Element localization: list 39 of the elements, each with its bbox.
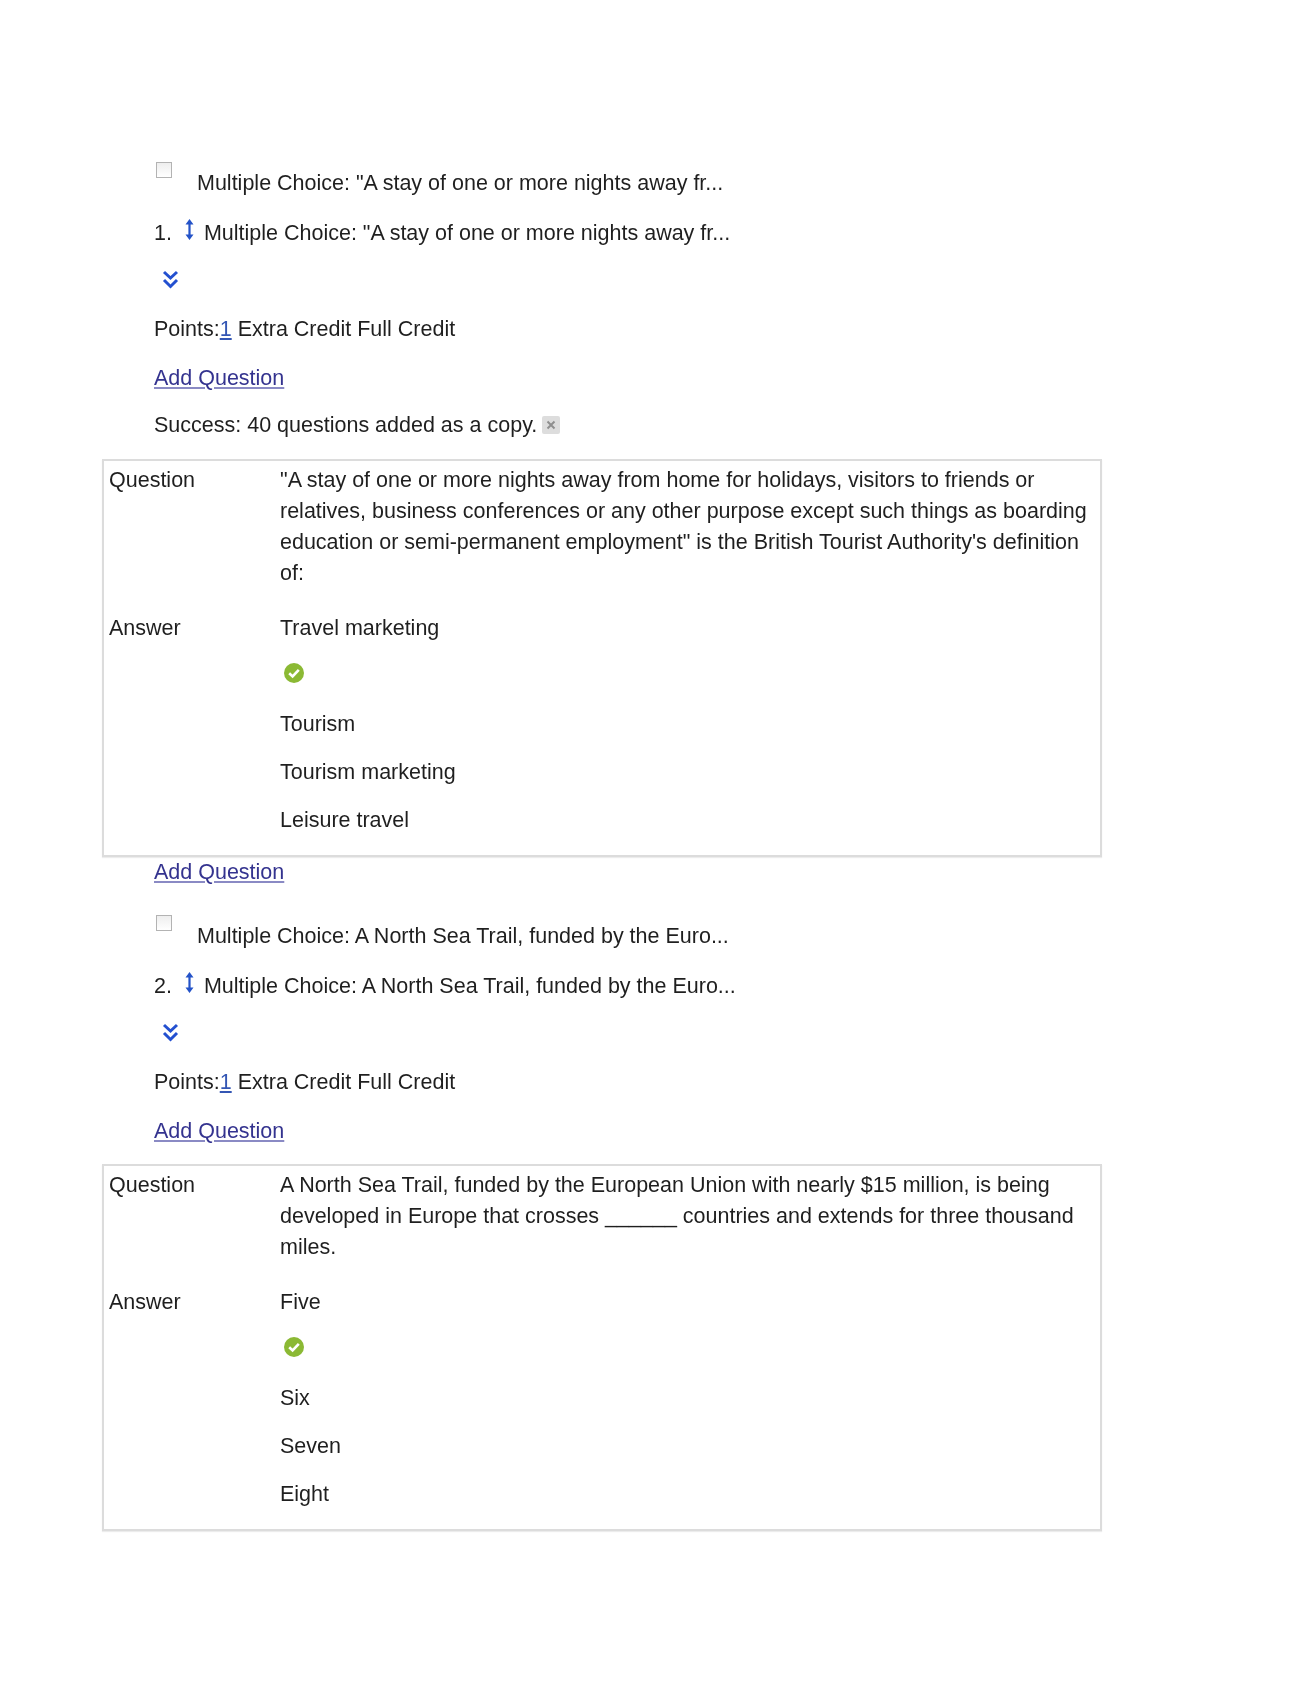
answer-option: Eight (280, 1479, 329, 1510)
points-label: Points: (154, 1070, 220, 1094)
double-chevron-icon[interactable] (162, 1023, 179, 1042)
question-title: Multiple Choice: "A stay of one or more nights away fr... (197, 170, 724, 196)
answer-option: Six (280, 1383, 310, 1414)
add-question-link[interactable]: Add Question (154, 366, 285, 390)
question-label: Question (108, 1172, 197, 1199)
question-number: 2. (154, 973, 172, 999)
question-title: Multiple Choice: A North Sea Trail, funded by the Euro... (203, 973, 736, 999)
close-icon[interactable] (542, 416, 561, 434)
question-text: A North Sea Trail, funded by the European Union with nearly $15 million, is being developed in Europe that crosses ______ countries and extends for three thousand miles. (280, 1172, 1075, 1261)
question-label: Question (108, 467, 197, 494)
points-value-link[interactable]: 1 (219, 317, 232, 341)
points-value-link[interactable]: 1 (219, 1070, 232, 1094)
question-title: Multiple Choice: A North Sea Trail, funded by the Euro... (197, 923, 729, 949)
add-question-link[interactable]: Add Question (154, 860, 285, 884)
vertical-arrow-icon[interactable] (184, 972, 194, 993)
double-chevron-icon[interactable] (162, 270, 179, 289)
vertical-arrow-icon[interactable] (184, 219, 194, 240)
answer-option: Tourism (280, 709, 356, 740)
credit-label: Full Credit (357, 317, 456, 341)
answer-option: Tourism marketing (280, 757, 456, 788)
credit-label: Extra Credit (237, 317, 352, 341)
answer-option: Five (280, 1287, 321, 1318)
question-text: "A stay of one or more nights away from home for holidays, visitors to friends or relatives, business conferences or any other purpose except such things as boarding education or semi-permanent employment" is the British Tourist Authority's definition of: (280, 467, 1088, 587)
answer-label: Answer (108, 1289, 182, 1316)
answer-label: Answer (108, 615, 182, 642)
checkbox[interactable] (156, 915, 172, 931)
question-number: 1. (154, 220, 172, 246)
answer-option: Seven (280, 1431, 341, 1462)
credit-label: Full Credit (357, 1070, 456, 1094)
answer-option: Travel marketing (280, 613, 440, 644)
credit-label: Extra Credit (237, 1070, 352, 1094)
success-message: Success: 40 questions added as a copy. (154, 412, 538, 438)
answer-option: Leisure travel (280, 805, 410, 836)
checkbox[interactable] (156, 162, 172, 178)
points-label: Points: (154, 317, 220, 341)
add-question-link[interactable]: Add Question (154, 1119, 285, 1143)
question-title: Multiple Choice: "A stay of one or more nights away fr... (203, 220, 731, 246)
